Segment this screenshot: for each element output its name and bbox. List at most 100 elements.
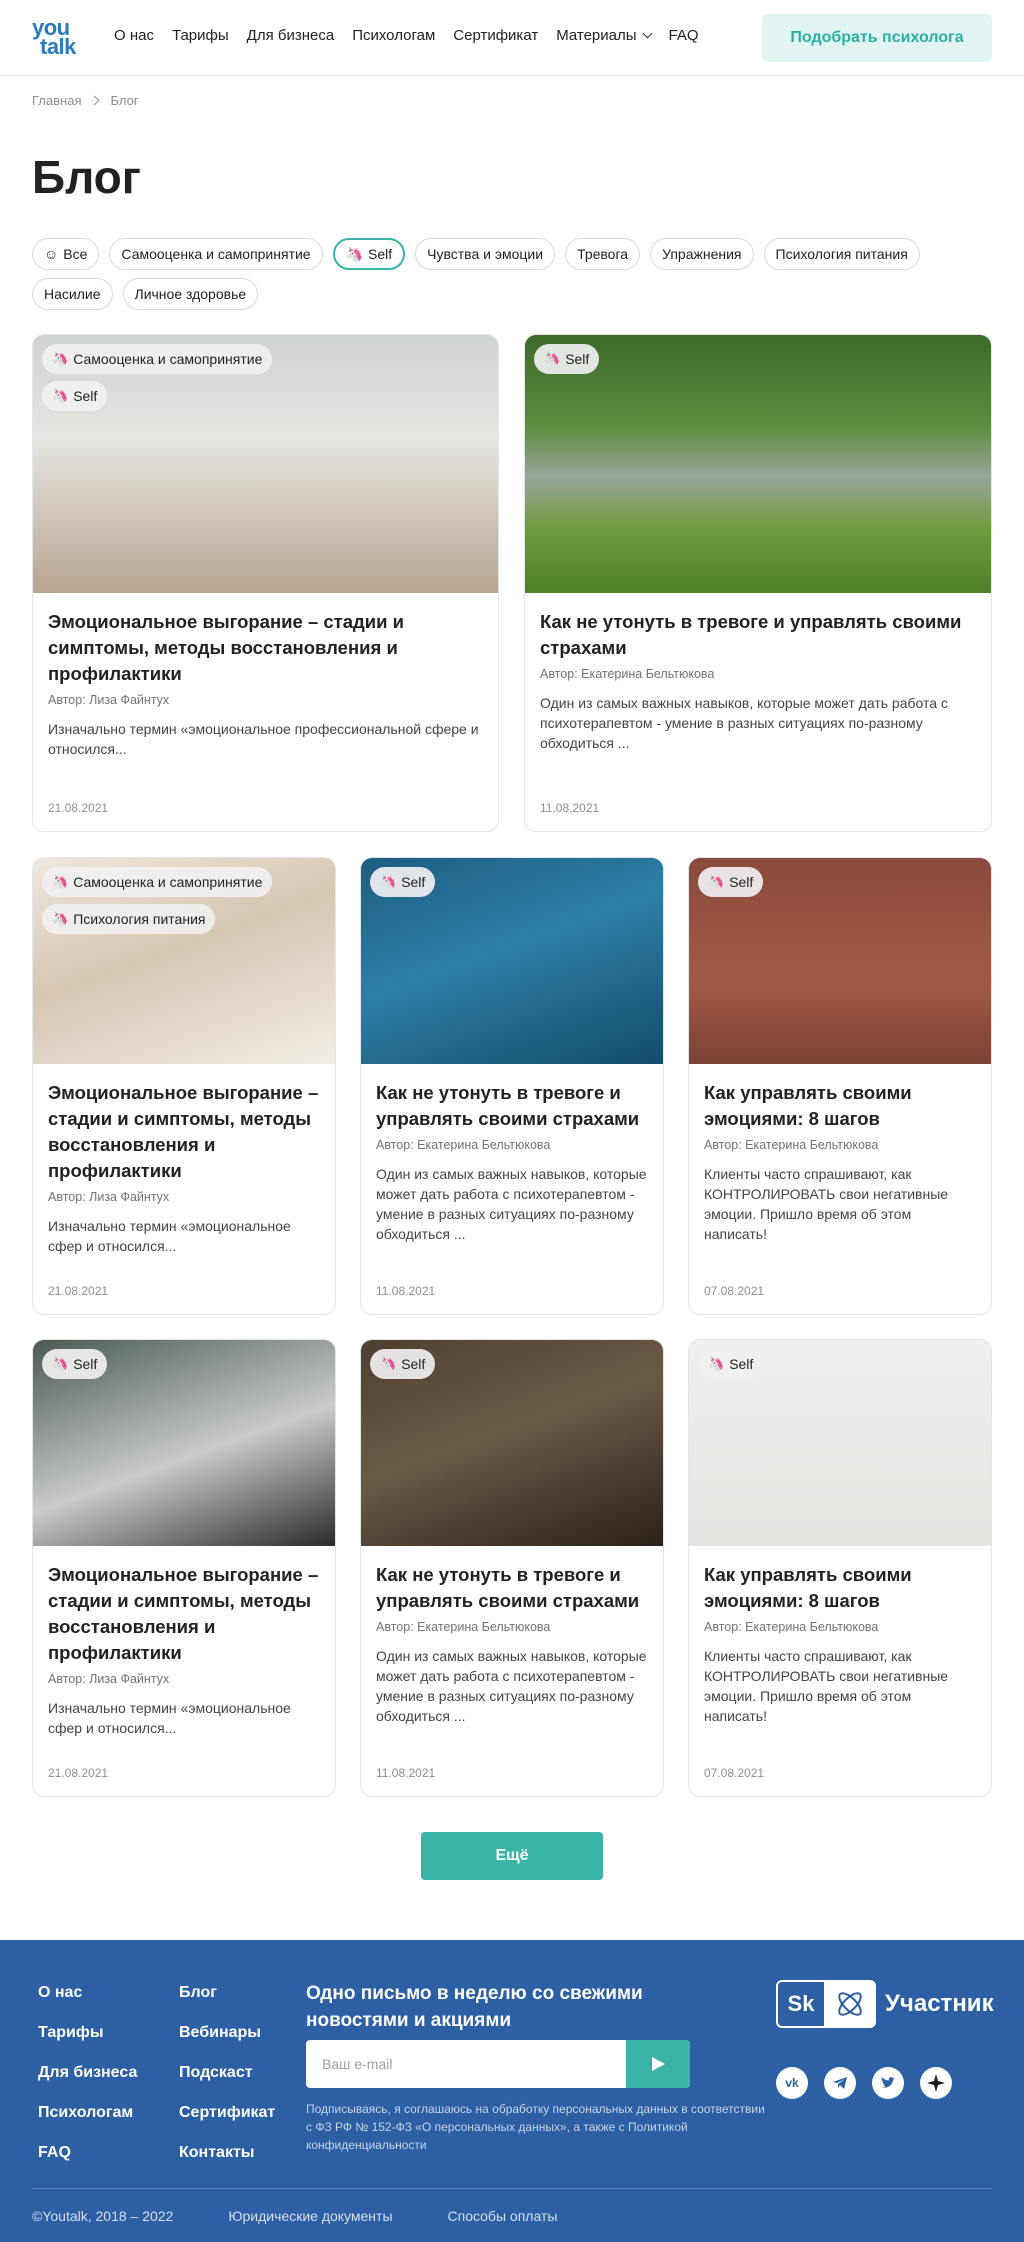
filter-chip[interactable]: Чувства и эмоции: [415, 238, 556, 270]
nav-about[interactable]: О нас: [114, 27, 154, 44]
logo-line-2: talk: [40, 34, 76, 59]
footer-divider: [32, 2188, 992, 2189]
card-tag-label: Психология питания: [73, 911, 206, 927]
filter-chip[interactable]: Психология питания: [763, 238, 920, 270]
breadcrumb-home[interactable]: Главная: [32, 93, 81, 108]
star-icon[interactable]: [920, 2067, 952, 2099]
unicorn-icon: 🦄: [380, 1356, 397, 1371]
filter-chip-label: Все: [63, 246, 88, 262]
filter-chip[interactable]: Тревога: [565, 238, 641, 270]
youtalk-logo[interactable]: you talk: [32, 17, 84, 59]
card-tag-label: Self: [401, 874, 426, 890]
card-author: Автор: Екатерина Бельтюкова: [376, 1620, 551, 1634]
filter-chip-label: Насилие: [44, 286, 101, 302]
blog-card[interactable]: 🦄 Самооценка и самопринятие 🦄 Психология пи…: [32, 857, 336, 1315]
card-tag[interactable]: 🦄 Психология питания: [42, 904, 216, 934]
find-psychologist-button[interactable]: Подобрать психолога: [762, 14, 992, 62]
nav-business[interactable]: Для бизнеса: [247, 27, 335, 44]
vk-icon[interactable]: vk: [776, 2067, 808, 2099]
card-tag[interactable]: 🦄 Self: [42, 1349, 108, 1379]
unicorn-icon: 🦄: [708, 874, 725, 889]
newsletter-title: Одно письмо в неделю со свежими новостям…: [306, 1983, 643, 2031]
chevron-right-icon: [90, 95, 100, 106]
card-title[interactable]: Эмоциональное выгорание – стадии и симпт…: [48, 1080, 320, 1184]
consent-text: Подписываясь, я соглашаюсь на обработку …: [306, 2102, 765, 2152]
breadcrumb: Главная Блог: [32, 93, 139, 108]
footer-link-faq[interactable]: FAQ: [38, 2144, 137, 2164]
nav-faq[interactable]: FAQ: [669, 27, 699, 44]
blog-card[interactable]: 🦄 Self Как не утонуть в тревоге и управлят…: [360, 1339, 664, 1797]
card-tag-label: Self: [565, 351, 590, 367]
filter-chip-label: Чувства и эмоции: [427, 246, 544, 262]
load-more-button[interactable]: Ещё: [421, 1832, 603, 1880]
card-tag[interactable]: 🦄 Self: [534, 344, 600, 374]
card-body: Как не утонуть в тревоге и управлять сво…: [376, 1080, 648, 1244]
footer-link-certificate[interactable]: Сертификат: [179, 2104, 275, 2124]
footer-link-business[interactable]: Для бизнеса: [38, 2064, 137, 2084]
footer-link-psychologists[interactable]: Психологам: [38, 2104, 137, 2124]
card-tags: 🦄 Самооценка и самопринятие 🦄 Self: [42, 344, 273, 411]
blog-card[interactable]: 🦄 Self Как управлять своими эмоциями: 8 ша…: [688, 1339, 992, 1797]
card-title[interactable]: Как не утонуть в тревоге и управлять сво…: [376, 1080, 648, 1132]
nav-materials[interactable]: Материалы: [556, 27, 652, 44]
nav-pricing[interactable]: Тарифы: [172, 27, 229, 44]
card-body: Эмоциональное выгорание – стадии и симпт…: [48, 1562, 320, 1738]
blog-card[interactable]: 🦄 Self Как не утонуть в тревоге и управлят…: [360, 857, 664, 1315]
blog-card[interactable]: 🦄 Self Как не утонуть в тревоге и управлят…: [524, 334, 992, 832]
unicorn-icon: 🦄: [52, 351, 69, 366]
send-arrow-icon: [652, 2057, 665, 2071]
card-excerpt: Изначально термин «эмоциональное професс…: [48, 721, 479, 757]
card-tag[interactable]: 🦄 Self: [370, 867, 436, 897]
card-body: Как не утонуть в тревоге и управлять сво…: [376, 1562, 648, 1726]
card-title[interactable]: Как не утонуть в тревоге и управлять сво…: [540, 609, 976, 661]
blog-card[interactable]: 🦄 Самооценка и самопринятие 🦄 Self Эмоционал…: [32, 334, 499, 832]
card-tag[interactable]: 🦄 Self: [698, 867, 764, 897]
card-author: Автор: Лиза Файнтух: [48, 1672, 170, 1686]
card-title[interactable]: Как не утонуть в тревоге и управлять сво…: [376, 1562, 648, 1614]
card-title[interactable]: Как управлять своими эмоциями: 8 шагов: [704, 1080, 976, 1132]
filter-chip-label: Тревога: [577, 246, 629, 262]
social-links: vk: [776, 2067, 952, 2099]
card-tags: 🦄 Self: [534, 344, 600, 374]
twitter-icon[interactable]: [872, 2067, 904, 2099]
card-tag[interactable]: 🦄 Самооценка и самопринятие: [42, 344, 273, 374]
filter-chip[interactable]: Упражнения: [650, 238, 754, 270]
nav-certificate[interactable]: Сертификат: [453, 27, 538, 44]
footer-link-contacts[interactable]: Контакты: [179, 2144, 275, 2164]
card-title[interactable]: Эмоциональное выгорание – стадии и симпт…: [48, 1562, 320, 1666]
filter-chip[interactable]: Насилие: [32, 278, 113, 310]
card-body: Эмоциональное выгорание – стадии и симпт…: [48, 609, 483, 759]
filter-chip[interactable]: 🦄 Self: [332, 238, 406, 270]
filter-chip[interactable]: ☺ Все: [32, 238, 100, 270]
telegram-icon[interactable]: [824, 2067, 856, 2099]
card-title[interactable]: Эмоциональное выгорание – стадии и симпт…: [48, 609, 483, 687]
filter-chip[interactable]: Личное здоровье: [122, 278, 259, 310]
filter-chip[interactable]: Самооценка и самопринятие: [109, 238, 323, 270]
footer-link-pricing[interactable]: Тарифы: [38, 2024, 137, 2044]
site-header: you talk О нас Тарифы Для бизнеса Психол…: [0, 0, 1024, 76]
blog-card[interactable]: 🦄 Self Как управлять своими эмоциями: 8 ша…: [688, 857, 992, 1315]
footer-link-blog[interactable]: Блог: [179, 1984, 275, 2004]
card-tag[interactable]: 🦄 Самооценка и самопринятие: [42, 867, 273, 897]
payment-methods-link[interactable]: Способы оплаты: [448, 2208, 558, 2224]
legal-docs-link[interactable]: Юридические документы: [228, 2208, 392, 2224]
card-title[interactable]: Как управлять своими эмоциями: 8 шагов: [704, 1562, 976, 1614]
card-excerpt: Один из самых важных навыков, которые мо…: [376, 1166, 647, 1242]
card-author: Автор: Екатерина Бельтюкова: [704, 1620, 879, 1634]
nav-psychologists[interactable]: Психологам: [352, 27, 435, 44]
email-field[interactable]: [306, 2040, 626, 2088]
footer-col-2: Блог Вебинары Подскаст Сертификат Контак…: [179, 1984, 275, 2164]
card-tag[interactable]: 🦄 Self: [698, 1349, 764, 1379]
unicorn-icon: 🦄: [708, 1356, 725, 1371]
send-button[interactable]: [626, 2040, 690, 2088]
copyright: ©Youtalk, 2018 – 2022: [32, 2208, 174, 2224]
card-tag[interactable]: 🦄 Self: [42, 381, 108, 411]
card-tag[interactable]: 🦄 Self: [370, 1349, 436, 1379]
card-tag-label: Самооценка и самопринятие: [73, 874, 263, 890]
footer-link-about[interactable]: О нас: [38, 1984, 137, 2004]
footer-link-podcast[interactable]: Подскаст: [179, 2064, 275, 2084]
smile-icon: ☺: [44, 246, 59, 262]
footer-link-webinars[interactable]: Вебинары: [179, 2024, 275, 2044]
blog-card[interactable]: 🦄 Self Эмоциональное выгорание – стадии и …: [32, 1339, 336, 1797]
unicorn-icon: 🦄: [345, 245, 364, 262]
